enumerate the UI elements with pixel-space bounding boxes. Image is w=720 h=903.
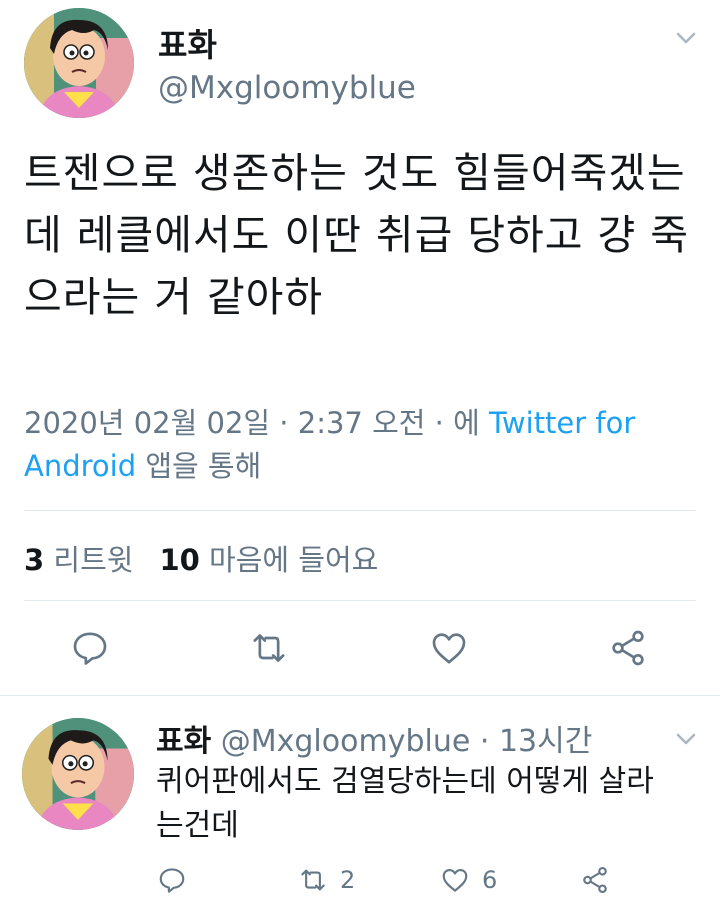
- divider: [0, 695, 720, 696]
- retweet-stat[interactable]: 3 리트윗: [24, 543, 133, 577]
- share-icon: [583, 866, 607, 894]
- like-count: 6: [482, 866, 498, 894]
- time-ago[interactable]: 13시간: [499, 724, 592, 759]
- engagement-stats: 3 리트윗 10 마음에 들어요: [24, 537, 378, 579]
- retweet-button[interactable]: 2: [298, 862, 355, 898]
- avatar-image: [22, 718, 134, 830]
- like-button[interactable]: 6: [440, 862, 497, 898]
- retweet-count: 2: [340, 866, 356, 894]
- tweet-text: 트젠으로 생존하는 것도 힘들어죽겠는데 레클에서도 이딴 취급 당하고 걍 죽…: [24, 149, 689, 321]
- user-handle[interactable]: @Mxgloomyblue: [221, 724, 471, 759]
- reply-button[interactable]: [157, 862, 199, 898]
- display-name[interactable]: 표화: [156, 724, 211, 759]
- share-button[interactable]: [604, 624, 652, 672]
- retweet-label: 리트윗: [53, 543, 134, 577]
- tweet-text: 퀴어판에서도 검열당하는데 어떻게 살라는건데: [156, 764, 654, 843]
- display-name[interactable]: 표화: [158, 20, 217, 66]
- share-icon: [612, 630, 644, 666]
- retweet-icon: [253, 634, 285, 662]
- like-button[interactable]: [425, 624, 473, 672]
- user-handle[interactable]: @Mxgloomyblue: [158, 70, 416, 106]
- source-suffix: 앱을 통해: [145, 449, 262, 483]
- tweet-metadata: 2020년 02월 02일 · 2:37 오전 · 에 Twitter for …: [24, 402, 704, 488]
- retweet-count: 3: [24, 543, 45, 577]
- divider: [24, 600, 696, 601]
- like-stat[interactable]: 10 마음에 들어요: [159, 543, 378, 577]
- like-label: 마음에 들어요: [209, 543, 379, 577]
- heart-icon: [432, 633, 466, 664]
- reply-button[interactable]: [66, 624, 114, 672]
- share-button[interactable]: [580, 862, 622, 898]
- avatar[interactable]: [22, 718, 134, 830]
- like-count: 10: [159, 543, 200, 577]
- reply-icon: [73, 632, 107, 665]
- avatar-image: [24, 8, 134, 118]
- retweet-icon: [301, 869, 325, 891]
- reply-icon: [159, 868, 185, 893]
- divider: [24, 510, 696, 511]
- avatar[interactable]: [24, 8, 134, 118]
- chevron-down-icon[interactable]: [674, 727, 698, 751]
- retweet-button[interactable]: [245, 624, 293, 672]
- separator-dot: ·: [479, 724, 490, 759]
- chevron-down-icon[interactable]: [674, 26, 698, 50]
- reply-header: 표화 @Mxgloomyblue · 13시간: [156, 716, 592, 760]
- timestamp[interactable]: 2020년 02월 02일 · 2:37 오전 · 에: [24, 406, 480, 440]
- heart-icon: [442, 868, 468, 892]
